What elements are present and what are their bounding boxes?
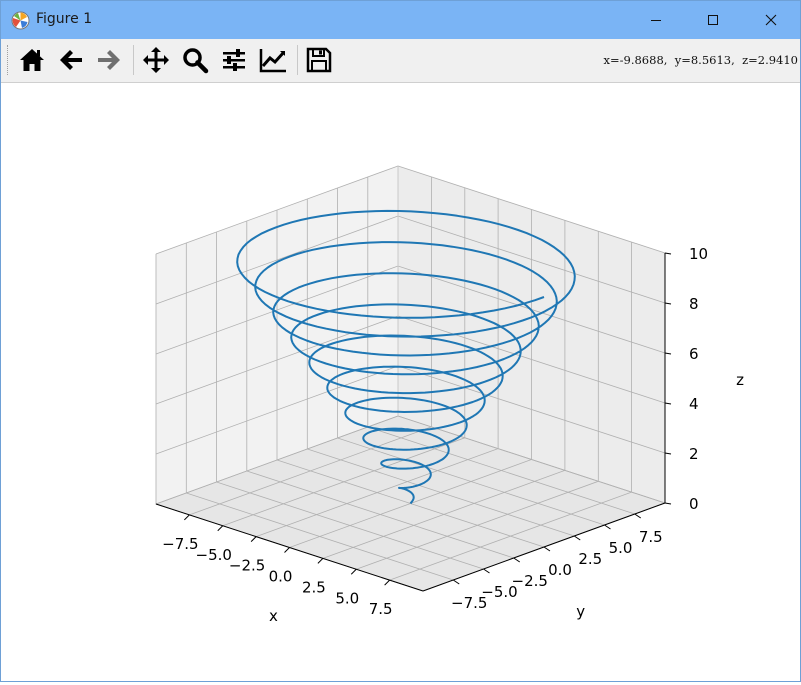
close-icon <box>765 14 777 26</box>
x-axis-label: x <box>269 607 278 625</box>
z-tick-label: 4 <box>689 395 699 413</box>
matplotlib-logo-icon <box>11 11 30 30</box>
x-tick-label: 5.0 <box>335 589 359 607</box>
configure-subplots-icon <box>223 49 245 71</box>
z-tick-mark <box>664 252 672 255</box>
toolbar-separator <box>133 45 134 75</box>
edit-axis-icon <box>259 49 286 73</box>
y-tick-mark <box>634 513 642 519</box>
x-tick-label: 7.5 <box>369 600 393 618</box>
z-tick-label: 8 <box>689 295 699 313</box>
toolbar-grip[interactable] <box>7 45 10 75</box>
close-button[interactable] <box>748 1 794 39</box>
x-tick-mark <box>250 536 257 542</box>
toolbar-separator <box>297 45 298 75</box>
minimize-button[interactable] <box>633 1 679 39</box>
x-tick-mark <box>284 547 290 553</box>
home-button[interactable] <box>16 44 48 76</box>
window-title: Figure 1 <box>36 11 93 27</box>
z-tick-mark <box>664 402 672 405</box>
y-tick-mark <box>513 557 521 563</box>
y-tick-label: 0.0 <box>548 561 572 579</box>
z-tick-mark <box>664 452 672 455</box>
3d-axes[interactable]: −7.5−5.0−2.50.02.55.07.5 −7.5−5.0−2.50.02… <box>1 83 800 681</box>
navigation-toolbar: x=-9.8688, y=8.5613, z=2.9410 <box>1 39 800 83</box>
forward-arrow-icon <box>98 50 120 70</box>
y-tick-label: 5.0 <box>609 539 633 557</box>
z-tick-mark <box>664 352 672 355</box>
configure-subplots-button[interactable] <box>218 44 250 76</box>
x-tick-label: −5.0 <box>196 546 232 564</box>
x-tick-mark <box>184 514 190 521</box>
save-button[interactable] <box>303 44 335 76</box>
forward-button[interactable] <box>93 44 125 76</box>
edit-axis-button[interactable] <box>257 44 289 76</box>
y-axis-label: y <box>576 603 585 621</box>
z-tick-mark <box>664 502 672 505</box>
back-button[interactable] <box>55 44 87 76</box>
title-bar[interactable]: Figure 1 <box>1 1 800 39</box>
figure-window: Figure 1 x=-9.8688, y=8.5613, z=2.9410 −… <box>0 0 801 682</box>
z-tick-label: 2 <box>689 445 699 463</box>
maximize-icon <box>708 15 718 25</box>
y-tick-label: −2.5 <box>512 572 548 590</box>
figure-canvas[interactable]: −7.5 −5.0 −2.5 0.0 2.5 5.0 7.5 −7.5 −5.0 −2.5 0.0 2… <box>1 83 800 681</box>
pan-button[interactable] <box>140 44 172 76</box>
z-tick-mark <box>664 302 672 305</box>
y-tick-mark <box>604 524 611 530</box>
minimize-icon <box>651 20 661 21</box>
home-icon <box>20 49 44 71</box>
y-tick-mark <box>573 535 581 541</box>
z-tick-label: 10 <box>689 245 708 263</box>
x-tick-label: −2.5 <box>229 557 265 575</box>
x-tick-label: 0.0 <box>269 568 293 586</box>
y-tick-label: 2.5 <box>578 550 602 568</box>
x-tick-mark <box>317 558 324 564</box>
x-tick-label: −7.5 <box>162 535 198 553</box>
z-tick-label: 6 <box>689 345 699 363</box>
y-tick-label: 7.5 <box>639 528 663 546</box>
back-arrow-icon <box>60 50 82 70</box>
x-tick-mark <box>217 525 224 532</box>
pan-move-icon <box>143 47 169 73</box>
x-tick-mark <box>350 568 357 575</box>
x-tick-mark <box>384 579 390 586</box>
z-axis-label: z <box>736 371 744 389</box>
y-tick-mark <box>483 568 490 574</box>
cursor-coordinates-readout: x=-9.8688, y=8.5613, z=2.9410 <box>603 53 798 67</box>
x-tick-label: 2.5 <box>302 578 326 596</box>
maximize-button[interactable] <box>690 1 736 39</box>
save-floppy-icon <box>306 47 332 73</box>
zoom-button[interactable] <box>179 44 211 76</box>
y-tick-mark <box>543 546 551 552</box>
z-tick-label: 0 <box>689 495 699 513</box>
y-tick-mark <box>452 579 460 585</box>
zoom-magnifier-icon <box>183 48 209 74</box>
